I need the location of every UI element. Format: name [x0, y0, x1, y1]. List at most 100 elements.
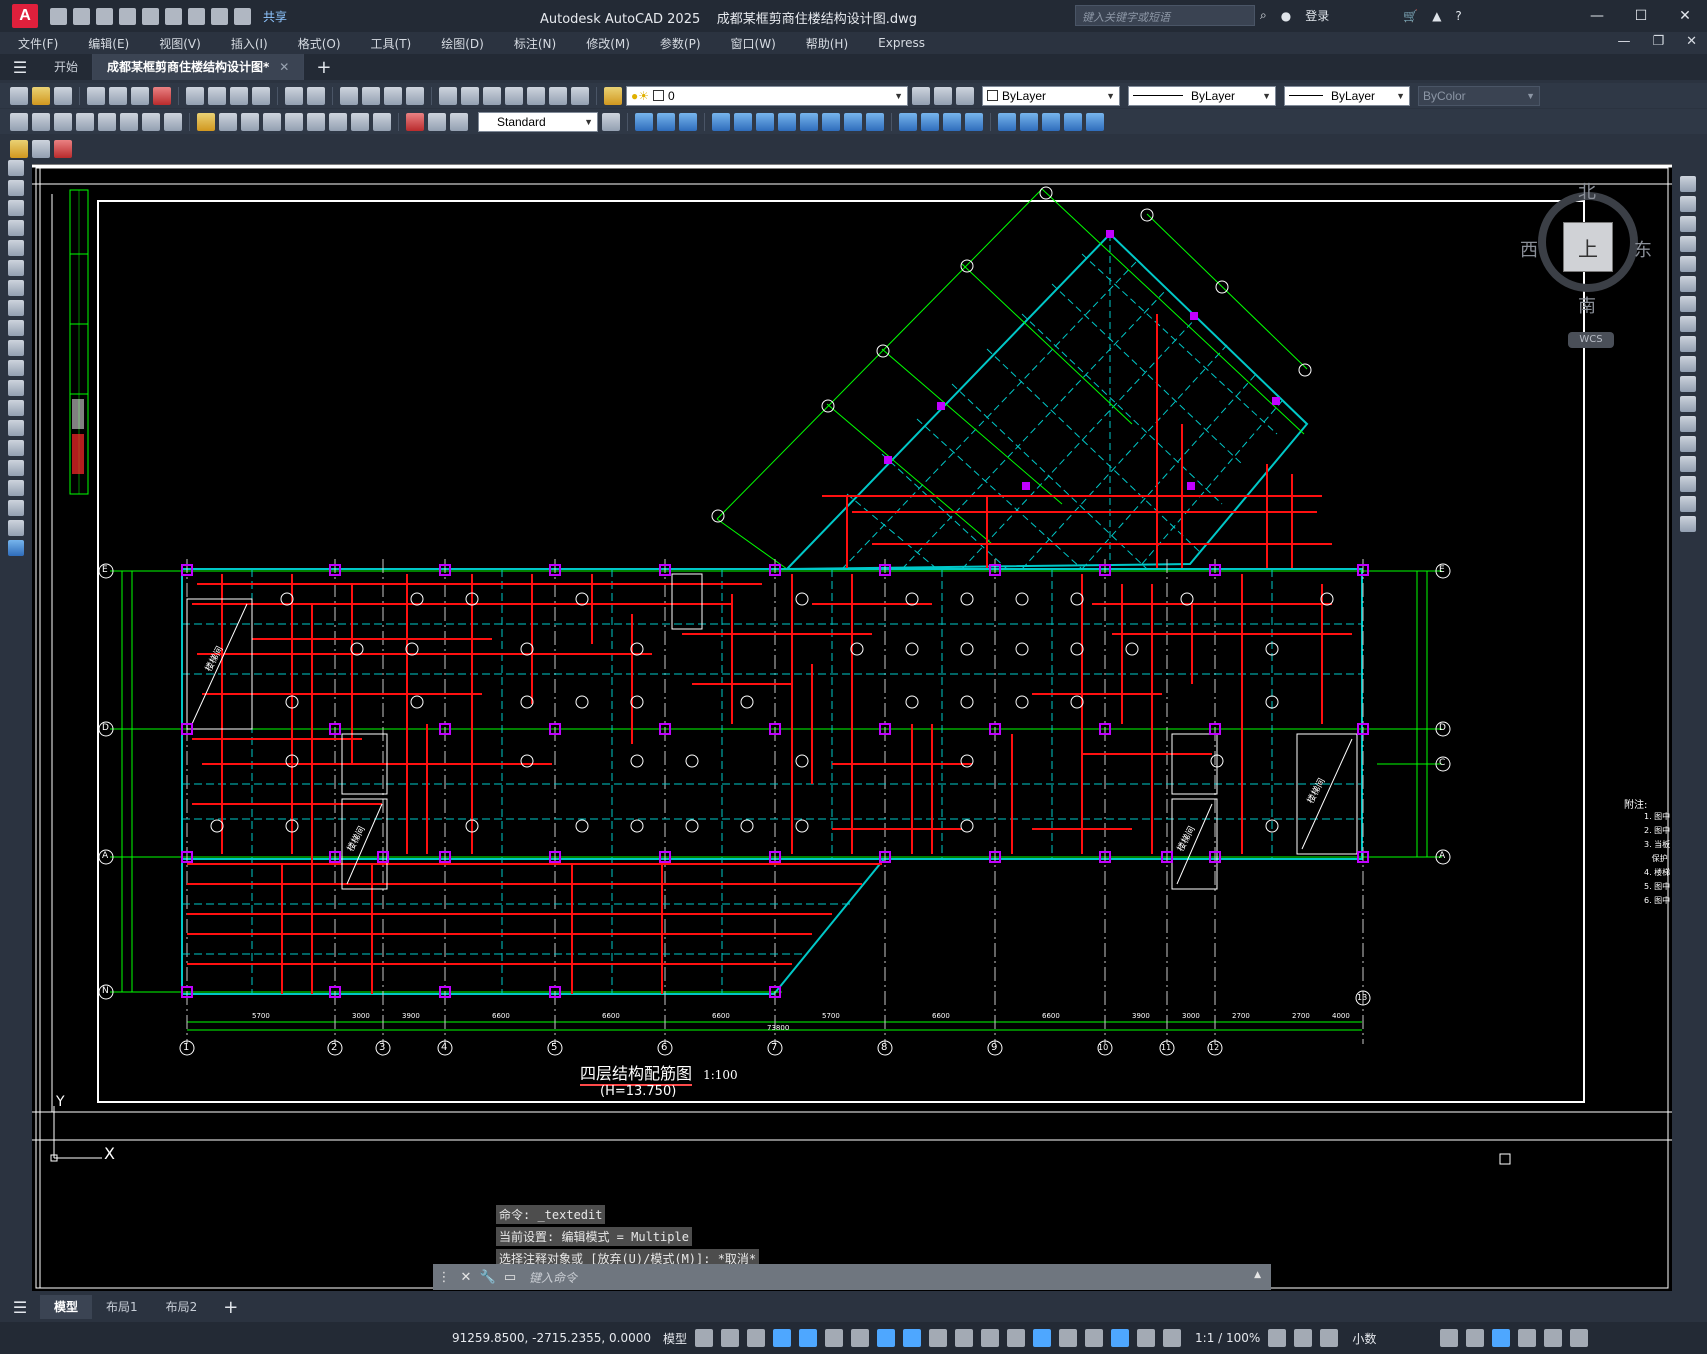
- search-icon[interactable]: ⌕: [1260, 8, 1267, 23]
- extend-icon[interactable]: [1680, 376, 1696, 392]
- offset-icon[interactable]: [1680, 236, 1696, 252]
- compass-south[interactable]: 南: [1578, 292, 1596, 318]
- tab-model[interactable]: 模型: [40, 1295, 93, 1319]
- selection-filter-icon[interactable]: [1059, 1329, 1078, 1347]
- sweep-icon[interactable]: [756, 112, 774, 131]
- units-icon[interactable]: [1320, 1329, 1339, 1347]
- dynamic-ucs-icon[interactable]: [1033, 1329, 1052, 1347]
- jogged-icon[interactable]: [120, 112, 138, 131]
- compass-west[interactable]: 西: [1520, 236, 1538, 262]
- dimension-update-icon[interactable]: [450, 112, 468, 131]
- baseline-icon[interactable]: [219, 112, 237, 131]
- paste-icon[interactable]: [230, 86, 248, 105]
- autocad-logo-button[interactable]: A: [12, 4, 38, 28]
- gizmo-icon[interactable]: [1085, 1329, 1104, 1347]
- dimension-edit-icon[interactable]: [406, 112, 424, 131]
- undo-icon[interactable]: [211, 7, 228, 25]
- annotation-scale-dropdown[interactable]: 1:1 / 100%: [1195, 1331, 1260, 1345]
- make-block-icon[interactable]: [8, 400, 24, 416]
- compass-north[interactable]: 北: [1578, 178, 1596, 204]
- join-icon[interactable]: [1680, 436, 1696, 452]
- menu-dimension[interactable]: 标注(N): [496, 35, 568, 52]
- drawing-canvas[interactable]: 5700 3000 3900 6600 6600 6600 5700 6600 6600 3…: [32, 164, 1672, 1291]
- properties-icon[interactable]: [439, 86, 457, 105]
- linetype-dropdown[interactable]: ByLayer ▼: [1128, 85, 1276, 106]
- zoom-realtime-icon[interactable]: [362, 86, 380, 105]
- 3d-osnap-icon[interactable]: [1007, 1329, 1026, 1347]
- command-input[interactable]: 键入命令: [529, 1269, 577, 1286]
- isolate-objects-icon[interactable]: [1492, 1329, 1511, 1347]
- dimension-break-icon[interactable]: [285, 112, 303, 131]
- make-current-layer-icon[interactable]: [912, 86, 930, 105]
- ortho-icon[interactable]: [799, 1329, 818, 1347]
- open-icon[interactable]: [73, 7, 90, 25]
- match-properties-icon[interactable]: [252, 86, 270, 105]
- publish-icon[interactable]: [131, 86, 149, 105]
- menu-modify[interactable]: 修改(M): [568, 35, 642, 52]
- spline-icon[interactable]: [8, 320, 24, 336]
- ellipse-icon[interactable]: [8, 340, 24, 356]
- share-button[interactable]: 共享: [263, 8, 287, 25]
- 3d-align-icon[interactable]: [1042, 112, 1060, 131]
- ellipse-arc-icon[interactable]: [8, 360, 24, 376]
- units-dropdown[interactable]: 小数: [1352, 1330, 1432, 1347]
- rectangle-icon[interactable]: [8, 240, 24, 256]
- hatch-icon[interactable]: [8, 440, 24, 456]
- radius-icon[interactable]: [98, 112, 116, 131]
- gradient-icon[interactable]: [8, 460, 24, 476]
- presspull-icon[interactable]: [800, 112, 818, 131]
- new-icon[interactable]: [50, 7, 67, 25]
- inspection-icon[interactable]: [351, 112, 369, 131]
- menu-window[interactable]: 窗口(W): [713, 35, 788, 52]
- user-icon[interactable]: ●: [1281, 9, 1291, 23]
- break-at-point-icon[interactable]: [1680, 396, 1696, 412]
- fillet-icon[interactable]: [1680, 476, 1696, 492]
- redo-icon[interactable]: [307, 86, 325, 105]
- menu-view[interactable]: 视图(V): [141, 35, 213, 52]
- calculator-icon[interactable]: [549, 86, 567, 105]
- copy-icon[interactable]: [208, 86, 226, 105]
- revolve-icon[interactable]: [734, 112, 752, 131]
- open-web-icon[interactable]: [142, 7, 159, 25]
- layer-dropdown[interactable]: ●☀ 0 ▼: [626, 85, 908, 106]
- dimension-style-icon[interactable]: [602, 112, 620, 131]
- close-button[interactable]: ✕: [1663, 0, 1707, 32]
- slice-icon[interactable]: [899, 112, 917, 131]
- rotate-icon[interactable]: [1680, 296, 1696, 312]
- menu-file[interactable]: 文件(F): [0, 35, 70, 52]
- doc-minimize-button[interactable]: —: [1617, 34, 1630, 49]
- save-icon[interactable]: [96, 7, 113, 25]
- chamfer-icon[interactable]: [1680, 456, 1696, 472]
- help-icon[interactable]: [571, 86, 589, 105]
- new-tab-button[interactable]: +: [316, 57, 331, 78]
- undo-icon[interactable]: [285, 86, 303, 105]
- insert-block-icon[interactable]: [8, 380, 24, 396]
- interfere-icon[interactable]: [943, 112, 961, 131]
- menu-tools[interactable]: 工具(T): [353, 35, 424, 52]
- object-snap-icon[interactable]: [903, 1329, 922, 1347]
- menu-help[interactable]: 帮助(H): [788, 35, 860, 52]
- ordinate-icon[interactable]: [76, 112, 94, 131]
- tolerance-icon[interactable]: [307, 112, 325, 131]
- tool-palettes-icon[interactable]: [483, 86, 501, 105]
- workspace-gear-icon[interactable]: [1268, 1329, 1287, 1347]
- doc-close-button[interactable]: ✕: [1686, 34, 1697, 49]
- region-icon[interactable]: [8, 480, 24, 496]
- expand-history-icon[interactable]: ▲: [1254, 1270, 1261, 1280]
- loft-icon[interactable]: [778, 112, 796, 131]
- dimension-style-dropdown[interactable]: Standard ▼: [478, 111, 598, 132]
- arc-length-icon[interactable]: [54, 112, 72, 131]
- maximize-button[interactable]: ☐: [1619, 0, 1663, 32]
- infer-constraints-icon[interactable]: [747, 1329, 766, 1347]
- line-icon[interactable]: [8, 160, 24, 176]
- erase-icon[interactable]: [1680, 176, 1696, 192]
- drawing-title[interactable]: 四层结构配筋图 1:100: [580, 1060, 738, 1086]
- revision-cloud-icon[interactable]: [8, 300, 24, 316]
- explode-icon[interactable]: [1680, 516, 1696, 532]
- plot-icon[interactable]: [188, 7, 205, 25]
- circle-icon[interactable]: [8, 280, 24, 296]
- blend-curves-icon[interactable]: [1680, 496, 1696, 512]
- annotation-monitor-icon[interactable]: [1294, 1329, 1313, 1347]
- auto-scale-icon[interactable]: [1137, 1329, 1156, 1347]
- polygon-icon[interactable]: [8, 220, 24, 236]
